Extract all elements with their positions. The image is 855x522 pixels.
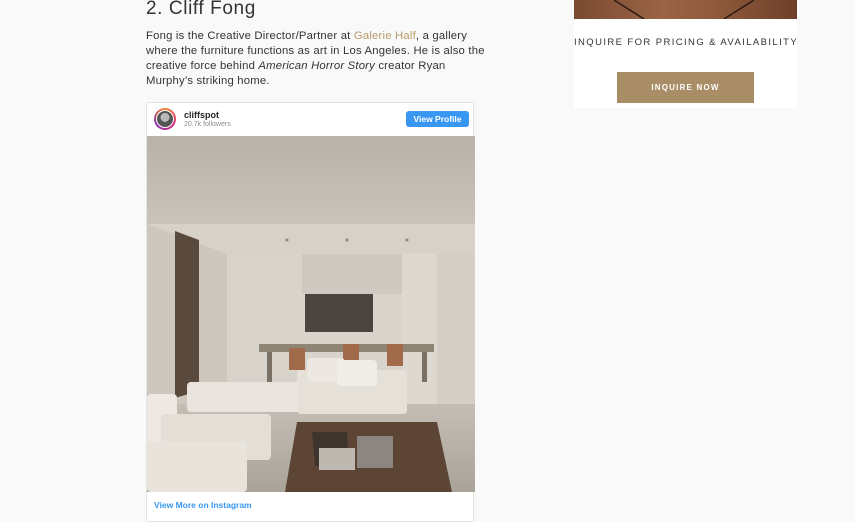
avatar[interactable] [154, 108, 176, 130]
inquire-now-button[interactable]: INQUIRE NOW [617, 72, 754, 103]
avatar-image [156, 110, 174, 128]
section-heading: 2. Cliff Fong [146, 0, 256, 19]
show-title: American Horror Story [258, 60, 375, 72]
bio-paragraph: Fong is the Creative Director/Partner at… [146, 29, 486, 89]
galerie-half-link[interactable]: Galerie Half [354, 30, 416, 42]
instagram-username[interactable]: cliffspot [184, 110, 219, 120]
instagram-embed: cliffspot 20.7k followers View Profile V… [146, 102, 475, 522]
view-more-instagram-link[interactable]: View More on Instagram [154, 500, 252, 510]
ad-text: INQUIRE FOR PRICING & AVAILABILITY [574, 37, 799, 48]
sidebar-ad: INQUIRE FOR PRICING & AVAILABILITY INQUI… [574, 0, 797, 108]
instagram-photo[interactable] [147, 136, 475, 492]
follower-count: 20.7k followers [184, 121, 231, 128]
view-profile-button[interactable]: View Profile [406, 111, 469, 127]
bio-text: Fong is the Creative Director/Partner at [146, 30, 354, 42]
ad-image[interactable] [574, 0, 797, 19]
